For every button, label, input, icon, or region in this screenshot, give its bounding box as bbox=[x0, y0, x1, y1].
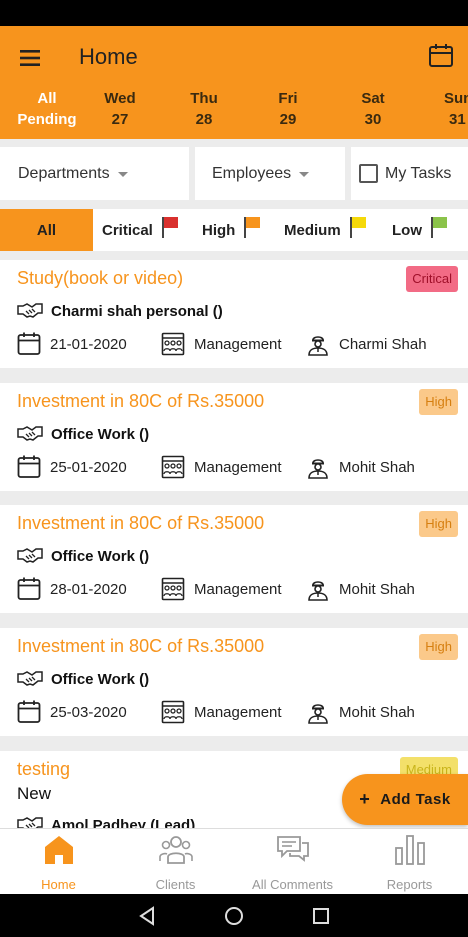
yellow-flag-icon bbox=[349, 217, 366, 238]
plus-icon: + bbox=[359, 789, 371, 809]
calendar-icon bbox=[17, 577, 41, 600]
task-client: Office Work () bbox=[17, 423, 149, 445]
hamburger-menu-icon[interactable] bbox=[18, 46, 42, 70]
task-employee: Mohit Shah bbox=[306, 576, 415, 602]
task-department: Management bbox=[161, 331, 282, 357]
calendar-icon bbox=[17, 455, 41, 478]
task-client: Charmi shah personal () bbox=[17, 300, 223, 322]
task-card[interactable]: Investment in 80C of Rs.35000 High Offic… bbox=[0, 628, 468, 736]
department-icon bbox=[161, 332, 185, 356]
priority-badge: High bbox=[419, 389, 458, 415]
task-client: Office Work () bbox=[17, 668, 149, 690]
status-bar bbox=[0, 0, 468, 26]
nav-reports[interactable]: Reports bbox=[351, 829, 468, 895]
clients-icon bbox=[158, 836, 193, 864]
task-employee: Charmi Shah bbox=[306, 331, 427, 357]
employees-dropdown[interactable]: Employees bbox=[195, 147, 345, 200]
employee-icon bbox=[308, 336, 328, 356]
priority-badge: High bbox=[419, 634, 458, 660]
task-title: Investment in 80C of Rs.35000 bbox=[17, 636, 265, 656]
nav-home[interactable]: Home bbox=[0, 829, 117, 895]
filter-bar: Departments Employees My Tasks bbox=[0, 147, 468, 200]
handshake-icon bbox=[17, 426, 43, 441]
department-icon bbox=[161, 700, 185, 724]
orange-flag-icon bbox=[244, 217, 261, 238]
task-employee: Mohit Shah bbox=[306, 699, 415, 725]
priority-badge: High bbox=[419, 511, 458, 537]
nav-clients[interactable]: Clients bbox=[117, 829, 234, 895]
day-wed[interactable]: Wed 27 bbox=[95, 88, 145, 130]
chevron-down-icon bbox=[117, 172, 128, 177]
task-card[interactable]: Investment in 80C of Rs.35000 High Offic… bbox=[0, 383, 468, 491]
employee-icon bbox=[308, 581, 328, 601]
back-icon[interactable] bbox=[138, 906, 156, 926]
home-icon bbox=[44, 836, 73, 864]
add-task-button[interactable]: + Add Task bbox=[342, 774, 468, 825]
bottom-nav: Home Clients All Comments Reports bbox=[0, 828, 468, 894]
handshake-icon bbox=[17, 817, 43, 828]
calendar-icon[interactable] bbox=[428, 43, 454, 69]
task-department: Management bbox=[161, 699, 282, 725]
task-card[interactable]: Investment in 80C of Rs.35000 High Offic… bbox=[0, 505, 468, 613]
priority-badge: Critical bbox=[406, 266, 458, 292]
priority-tabs: All Critical High Medium Low bbox=[0, 209, 468, 251]
day-sun[interactable]: Sun 31 bbox=[432, 88, 468, 130]
task-list: Study(book or video) Critical Charmi sha… bbox=[0, 260, 468, 828]
task-title: Study(book or video) bbox=[17, 268, 184, 288]
calendar-icon bbox=[17, 332, 41, 355]
system-nav-bar bbox=[0, 894, 468, 937]
task-date: 25-01-2020 bbox=[17, 454, 127, 480]
task-date: 21-01-2020 bbox=[17, 331, 127, 357]
day-all-pending[interactable]: All Pending bbox=[16, 88, 78, 130]
handshake-icon bbox=[17, 671, 43, 686]
task-title: Investment in 80C of Rs.35000 bbox=[17, 513, 265, 533]
handshake-icon bbox=[17, 548, 43, 563]
tab-high[interactable]: High bbox=[202, 209, 261, 251]
red-flag-icon bbox=[161, 217, 178, 238]
task-client: Amol Padhey (Lead) bbox=[17, 814, 195, 828]
department-icon bbox=[161, 455, 185, 479]
tab-medium[interactable]: Medium bbox=[284, 209, 367, 251]
app-header: Home All Pending Wed 27 Thu 28 Fri 29 Sa… bbox=[0, 26, 468, 139]
handshake-icon bbox=[17, 303, 43, 318]
my-tasks-checkbox[interactable]: My Tasks bbox=[351, 147, 468, 200]
tab-all[interactable]: All bbox=[0, 209, 93, 251]
task-date: 25-03-2020 bbox=[17, 699, 127, 725]
green-flag-icon bbox=[431, 217, 447, 238]
task-client: Office Work () bbox=[17, 545, 149, 567]
tab-critical[interactable]: Critical bbox=[102, 209, 179, 251]
page-title: Home bbox=[79, 44, 138, 69]
nav-all-comments[interactable]: All Comments bbox=[234, 829, 351, 895]
home-circle-icon[interactable] bbox=[224, 906, 244, 926]
calendar-icon bbox=[17, 700, 41, 723]
day-thu[interactable]: Thu 28 bbox=[179, 88, 229, 130]
task-employee: Mohit Shah bbox=[306, 454, 415, 480]
task-title: testing bbox=[17, 759, 71, 779]
day-fri[interactable]: Fri 29 bbox=[263, 88, 313, 130]
checkbox-icon[interactable] bbox=[359, 164, 378, 183]
department-icon bbox=[161, 577, 185, 601]
task-department: Management bbox=[161, 454, 282, 480]
task-subtitle: New bbox=[17, 784, 52, 803]
task-title: Investment in 80C of Rs.35000 bbox=[17, 391, 265, 411]
day-selector: All Pending Wed 27 Thu 28 Fri 29 Sat 30 … bbox=[0, 88, 468, 134]
bar-chart-icon bbox=[394, 835, 425, 865]
task-department: Management bbox=[161, 576, 282, 602]
employee-icon bbox=[308, 459, 328, 479]
day-sat[interactable]: Sat 30 bbox=[348, 88, 398, 130]
recents-icon[interactable] bbox=[312, 906, 330, 926]
comments-icon bbox=[276, 836, 309, 862]
task-card[interactable]: Study(book or video) Critical Charmi sha… bbox=[0, 260, 468, 368]
employee-icon bbox=[308, 704, 328, 724]
tab-low[interactable]: Low bbox=[392, 209, 448, 251]
chevron-down-icon bbox=[299, 172, 310, 177]
departments-dropdown[interactable]: Departments bbox=[0, 147, 189, 200]
task-date: 28-01-2020 bbox=[17, 576, 127, 602]
